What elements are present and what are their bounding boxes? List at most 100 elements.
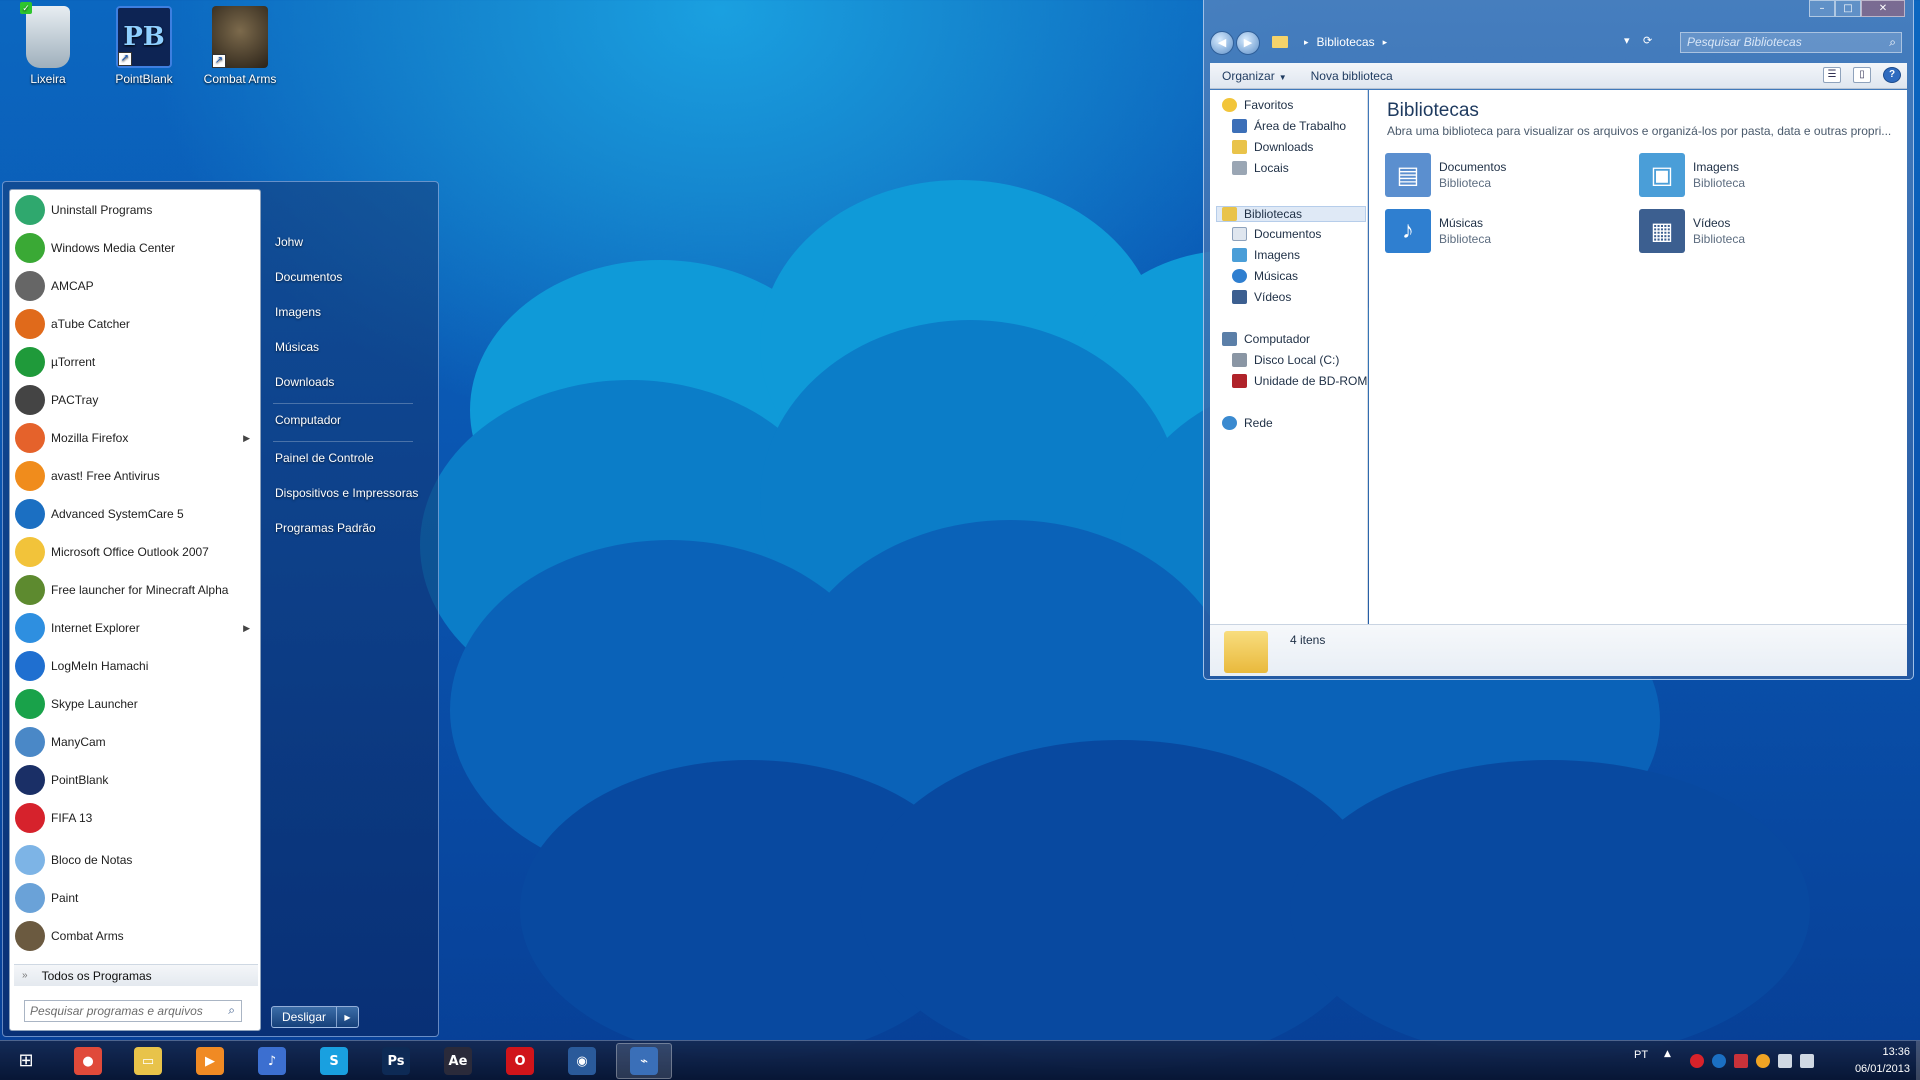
- organize-button[interactable]: Organizar ▼: [1210, 69, 1299, 83]
- change-view-icon[interactable]: ☰: [1823, 67, 1841, 83]
- library-tile[interactable]: ♪ Músicas Biblioteca: [1385, 208, 1625, 254]
- taskbar-app-button[interactable]: ⌁: [616, 1043, 672, 1079]
- help-icon[interactable]: ?: [1883, 67, 1901, 83]
- shutdown-options-arrow-icon[interactable]: ▶: [337, 1013, 358, 1022]
- nav-favorites[interactable]: Favoritos: [1222, 98, 1293, 112]
- all-programs-button[interactable]: » Todos os Programas: [14, 964, 258, 986]
- forward-button[interactable]: ▶: [1236, 31, 1260, 55]
- library-tile[interactable]: ▤ Documentos Biblioteca: [1385, 152, 1625, 198]
- preview-pane-icon[interactable]: ▯: [1853, 67, 1871, 83]
- place-downloads[interactable]: Downloads: [275, 375, 334, 389]
- nav-bd-rom[interactable]: Unidade de BD-ROM: [1232, 374, 1367, 388]
- taskbar-app-button[interactable]: Ae: [430, 1043, 486, 1079]
- place-documents[interactable]: Documentos: [275, 270, 342, 284]
- desktop-icon-combat-arms[interactable]: ↗ Combat Arms: [200, 6, 280, 86]
- program-item[interactable]: µTorrent: [10, 344, 260, 380]
- back-button[interactable]: ◀: [1210, 31, 1234, 55]
- program-item[interactable]: Free launcher for Minecraft Alpha: [10, 572, 260, 608]
- program-item[interactable]: PACTray: [10, 382, 260, 418]
- program-item[interactable]: LogMeIn Hamachi: [10, 648, 260, 684]
- library-tile[interactable]: ▦ Vídeos Biblioteca: [1639, 208, 1879, 254]
- volume-icon[interactable]: [1800, 1054, 1814, 1068]
- taskbar-app-button[interactable]: ▶: [182, 1043, 238, 1079]
- program-item[interactable]: PointBlank: [10, 762, 260, 798]
- program-item[interactable]: Bloco de Notas: [10, 842, 260, 878]
- avast-tray-icon[interactable]: [1690, 1054, 1704, 1068]
- taskbar-app-button[interactable]: O: [492, 1043, 548, 1079]
- program-item[interactable]: AMCAP: [10, 268, 260, 304]
- taskbar-app-button[interactable]: ◉: [554, 1043, 610, 1079]
- network-tray-icon[interactable]: [1778, 1054, 1792, 1068]
- desktop-icon-pointblank[interactable]: PB ↗ PointBlank: [104, 6, 184, 86]
- star-icon: [1222, 98, 1237, 112]
- nav-videos[interactable]: Vídeos: [1232, 290, 1291, 304]
- program-item[interactable]: Advanced SystemCare 5: [10, 496, 260, 532]
- start-button[interactable]: ⊞: [10, 1047, 42, 1075]
- taskbar-app-button[interactable]: ▭: [120, 1043, 176, 1079]
- address-segment[interactable]: Bibliotecas: [1317, 35, 1375, 49]
- library-name: Vídeos: [1693, 216, 1731, 230]
- systemcare-tray-icon[interactable]: [1712, 1054, 1726, 1068]
- taskbar-app-button[interactable]: S: [306, 1043, 362, 1079]
- navigation-pane: Favoritos Área de Trabalho Downloads Loc…: [1210, 90, 1368, 624]
- nav-pictures[interactable]: Imagens: [1232, 248, 1300, 262]
- program-item[interactable]: avast! Free Antivirus: [10, 458, 260, 494]
- notification-tray-icon[interactable]: [1756, 1054, 1770, 1068]
- program-label: µTorrent: [51, 355, 96, 369]
- submenu-arrow-icon[interactable]: ▶: [243, 623, 250, 634]
- refresh-icon[interactable]: ⟳: [1643, 34, 1652, 47]
- show-hidden-icons-icon[interactable]: ▲: [1664, 1049, 1671, 1059]
- place-default-programs[interactable]: Programas Padrão: [275, 521, 376, 535]
- place-control-panel[interactable]: Painel de Controle: [275, 451, 374, 465]
- program-item[interactable]: Mozilla Firefox ▶: [10, 420, 260, 456]
- nav-local-disk[interactable]: Disco Local (C:): [1232, 353, 1339, 367]
- nav-network[interactable]: Rede: [1222, 416, 1273, 430]
- program-item[interactable]: Windows Media Center: [10, 230, 260, 266]
- window-search-input[interactable]: Pesquisar Bibliotecas ⌕: [1680, 32, 1902, 53]
- taskbar-app-button[interactable]: Ps: [368, 1043, 424, 1079]
- program-item[interactable]: Combat Arms: [10, 918, 260, 954]
- start-search-input[interactable]: Pesquisar programas e arquivos ⌕: [24, 1000, 242, 1022]
- language-indicator[interactable]: PT: [1634, 1049, 1648, 1061]
- maximize-button[interactable]: □: [1835, 0, 1861, 17]
- library-tile[interactable]: ▣ Imagens Biblioteca: [1639, 152, 1879, 198]
- place-pictures[interactable]: Imagens: [275, 305, 321, 319]
- place-user[interactable]: Johw: [275, 235, 303, 249]
- program-item[interactable]: Internet Explorer ▶: [10, 610, 260, 646]
- address-bar[interactable]: ▸ Bibliotecas ▸: [1272, 31, 1678, 53]
- nav-label: Locais: [1254, 161, 1289, 175]
- security-tray-icon[interactable]: [1734, 1054, 1748, 1068]
- shutdown-button[interactable]: Desligar ▶: [271, 1006, 359, 1028]
- clock[interactable]: 13:36 06/01/2013: [1855, 1044, 1910, 1078]
- nav-recent-places[interactable]: Locais: [1232, 161, 1289, 175]
- nav-music[interactable]: Músicas: [1232, 269, 1298, 283]
- program-item[interactable]: Skype Launcher: [10, 686, 260, 722]
- program-item[interactable]: Paint: [10, 880, 260, 916]
- close-button[interactable]: ✕: [1861, 0, 1905, 17]
- new-library-button[interactable]: Nova biblioteca: [1299, 69, 1405, 83]
- nav-desktop[interactable]: Área de Trabalho: [1232, 119, 1346, 133]
- program-item[interactable]: Microsoft Office Outlook 2007: [10, 534, 260, 570]
- place-computer[interactable]: Computador: [275, 413, 341, 427]
- show-desktop-button[interactable]: [1916, 1041, 1920, 1080]
- desktop-icon-recycle-bin[interactable]: ✓ Lixeira: [8, 2, 88, 86]
- nav-libraries[interactable]: Bibliotecas: [1216, 206, 1366, 222]
- nav-label: Vídeos: [1254, 290, 1292, 304]
- program-item[interactable]: ManyCam: [10, 724, 260, 760]
- history-dropdown-icon[interactable]: ▾: [1624, 34, 1630, 47]
- submenu-arrow-icon[interactable]: ▶: [243, 433, 250, 444]
- taskbar-app-button[interactable]: ♪: [244, 1043, 300, 1079]
- chevron-right-icon[interactable]: ▸: [1383, 37, 1388, 48]
- place-devices-printers[interactable]: Dispositivos e Impressoras: [275, 486, 418, 500]
- minimize-button[interactable]: –: [1809, 0, 1835, 17]
- program-item[interactable]: Uninstall Programs: [10, 192, 260, 228]
- nav-computer[interactable]: Computador: [1222, 332, 1310, 346]
- nav-downloads[interactable]: Downloads: [1232, 140, 1313, 154]
- nav-label: Documentos: [1254, 227, 1322, 241]
- program-item[interactable]: FIFA 13: [10, 800, 260, 836]
- documents-icon: [1232, 227, 1247, 241]
- place-music[interactable]: Músicas: [275, 340, 319, 354]
- program-item[interactable]: aTube Catcher: [10, 306, 260, 342]
- taskbar-app-button[interactable]: ●: [60, 1043, 116, 1079]
- nav-documents[interactable]: Documentos: [1232, 227, 1321, 241]
